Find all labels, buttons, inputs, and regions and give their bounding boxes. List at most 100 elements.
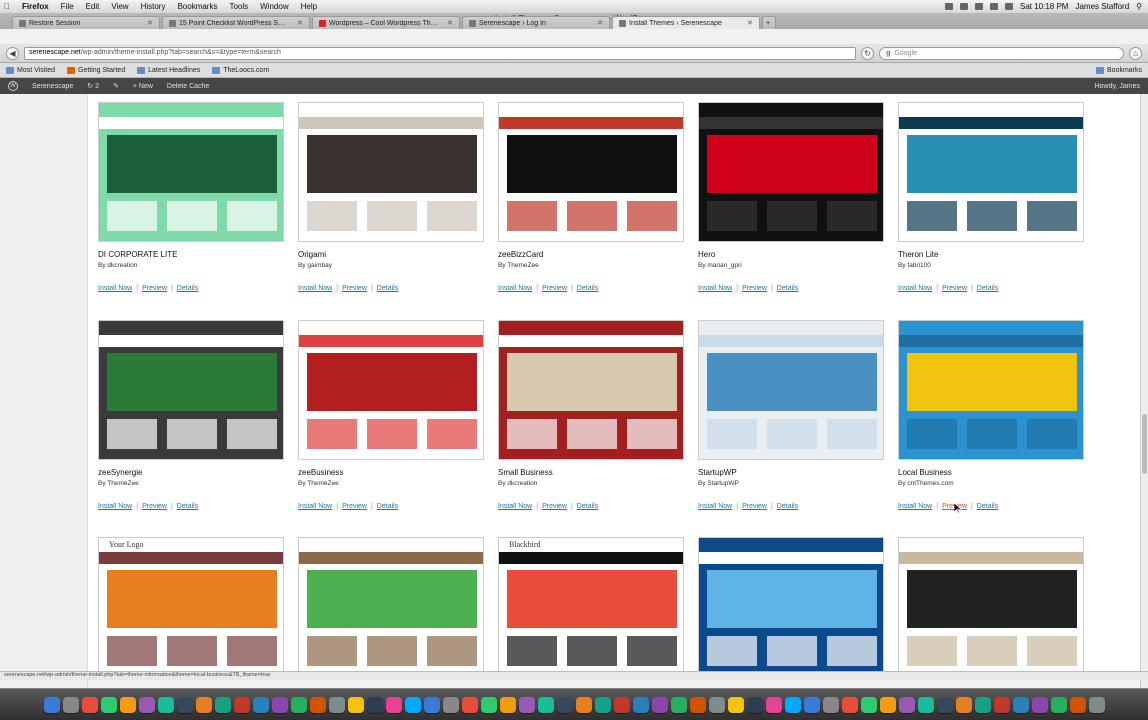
dock-app-icon[interactable]	[43, 696, 60, 713]
dock-app-icon[interactable]	[81, 696, 98, 713]
admin-site-name[interactable]: Serenescape	[32, 83, 73, 90]
details-link[interactable]: Details	[377, 503, 398, 510]
status-icon[interactable]	[945, 3, 953, 10]
search-field[interactable]: g Google	[879, 46, 1125, 60]
dock-app-icon[interactable]	[138, 696, 155, 713]
preview-link[interactable]: Preview	[342, 285, 367, 292]
theme-screenshot[interactable]	[98, 102, 284, 242]
preview-link[interactable]: Preview	[542, 503, 567, 510]
dock-app-icon[interactable]	[1050, 696, 1067, 713]
dock-app-icon[interactable]	[936, 696, 953, 713]
dock-app-icon[interactable]	[157, 696, 174, 713]
dock-app-icon[interactable]	[917, 696, 934, 713]
dock-app-icon[interactable]	[537, 696, 554, 713]
details-link[interactable]: Details	[977, 503, 998, 510]
dock-app-icon[interactable]	[518, 696, 535, 713]
preview-link[interactable]: Preview	[742, 503, 767, 510]
install-now-link[interactable]: Install Now	[698, 503, 732, 510]
close-tab-icon[interactable]: ✕	[597, 19, 603, 27]
preview-link[interactable]: Preview	[942, 285, 967, 292]
reload-icon[interactable]: ↻	[861, 46, 875, 60]
dock-app-icon[interactable]	[632, 696, 649, 713]
theme-screenshot[interactable]	[298, 320, 484, 460]
menu-edit[interactable]: Edit	[86, 2, 100, 11]
dock-app-icon[interactable]	[575, 696, 592, 713]
dock-app-icon[interactable]	[556, 696, 573, 713]
install-now-link[interactable]: Install Now	[98, 503, 132, 510]
theme-screenshot[interactable]	[98, 320, 284, 460]
theme-screenshot[interactable]	[698, 320, 884, 460]
dock-app-icon[interactable]	[746, 696, 763, 713]
preview-link[interactable]: Preview	[142, 285, 167, 292]
dock-app-icon[interactable]	[955, 696, 972, 713]
install-now-link[interactable]: Install Now	[298, 503, 332, 510]
dock-app-icon[interactable]	[651, 696, 668, 713]
menu-bookmarks[interactable]: Bookmarks	[177, 2, 217, 11]
dock-app-icon[interactable]	[214, 696, 231, 713]
dock-app-icon[interactable]	[689, 696, 706, 713]
install-now-link[interactable]: Install Now	[498, 503, 532, 510]
dock-app-icon[interactable]	[784, 696, 801, 713]
dock-app-icon[interactable]	[195, 696, 212, 713]
new-tab-button[interactable]: +	[762, 16, 776, 29]
tab-login[interactable]: Serenescape › Log In ✕	[462, 16, 610, 29]
close-tab-icon[interactable]: ✕	[747, 19, 753, 27]
dock-app-icon[interactable]	[974, 696, 991, 713]
details-link[interactable]: Details	[577, 503, 598, 510]
wordpress-logo-icon[interactable]: W	[8, 81, 18, 91]
dock-app-icon[interactable]	[423, 696, 440, 713]
tab-install-themes[interactable]: Install Themes ‹ Serenescape ✕	[612, 16, 760, 29]
details-link[interactable]: Details	[577, 285, 598, 292]
battery-icon[interactable]	[1005, 3, 1013, 10]
comments-icon[interactable]: ✎	[113, 82, 119, 90]
theme-screenshot[interactable]	[298, 537, 484, 674]
theme-screenshot[interactable]	[498, 320, 684, 460]
dock-app-icon[interactable]	[461, 696, 478, 713]
dock-app-icon[interactable]	[62, 696, 79, 713]
theme-screenshot[interactable]	[898, 320, 1084, 460]
install-now-link[interactable]: Install Now	[698, 285, 732, 292]
details-link[interactable]: Details	[177, 285, 198, 292]
dock-app-icon[interactable]	[708, 696, 725, 713]
dock-app-icon[interactable]	[822, 696, 839, 713]
preview-link[interactable]: Preview	[742, 285, 767, 292]
details-link[interactable]: Details	[777, 503, 798, 510]
preview-link[interactable]: Preview	[142, 503, 167, 510]
dock-app-icon[interactable]	[727, 696, 744, 713]
scrollbar-thumb[interactable]	[1142, 414, 1147, 474]
preview-link[interactable]: Preview	[542, 285, 567, 292]
dock-app-icon[interactable]	[613, 696, 630, 713]
install-now-link[interactable]: Install Now	[898, 503, 932, 510]
theme-screenshot[interactable]	[698, 102, 884, 242]
preview-link[interactable]: Preview	[342, 503, 367, 510]
dock-app-icon[interactable]	[1069, 696, 1086, 713]
menubar-clock[interactable]: Sat 10:18 PM	[1020, 2, 1068, 11]
admin-delete-cache[interactable]: Delete Cache	[167, 83, 209, 90]
install-now-link[interactable]: Install Now	[898, 285, 932, 292]
menubar-user[interactable]: James Stafford	[1075, 2, 1129, 11]
theme-screenshot[interactable]	[898, 102, 1084, 242]
tab-cool-themes[interactable]: Wordpress – Cool Wordpress Th… ✕	[312, 16, 460, 29]
dock-app-icon[interactable]	[176, 696, 193, 713]
install-now-link[interactable]: Install Now	[298, 285, 332, 292]
dock-app-icon[interactable]	[442, 696, 459, 713]
details-link[interactable]: Details	[977, 285, 998, 292]
dock-app-icon[interactable]	[100, 696, 117, 713]
dock-app-icon[interactable]	[860, 696, 877, 713]
volume-icon[interactable]	[990, 3, 998, 10]
install-now-link[interactable]: Install Now	[98, 285, 132, 292]
theme-screenshot[interactable]	[698, 537, 884, 674]
bookmark-most-visited[interactable]: Most Visited	[6, 66, 55, 74]
spotlight-icon[interactable]: ⚲	[1136, 2, 1142, 11]
dock-app-icon[interactable]	[309, 696, 326, 713]
dock-app-icon[interactable]	[119, 696, 136, 713]
dock-app-icon[interactable]	[803, 696, 820, 713]
menu-file[interactable]: File	[61, 2, 74, 11]
dock-app-icon[interactable]	[879, 696, 896, 713]
dock-app-icon[interactable]	[347, 696, 364, 713]
dock-app-icon[interactable]	[328, 696, 345, 713]
vertical-scrollbar[interactable]	[1140, 94, 1148, 688]
back-button[interactable]: ◀	[6, 46, 19, 60]
install-now-link[interactable]: Install Now	[498, 285, 532, 292]
url-field[interactable]: serenescape.net/wp-admin/theme-install.p…	[23, 46, 857, 60]
